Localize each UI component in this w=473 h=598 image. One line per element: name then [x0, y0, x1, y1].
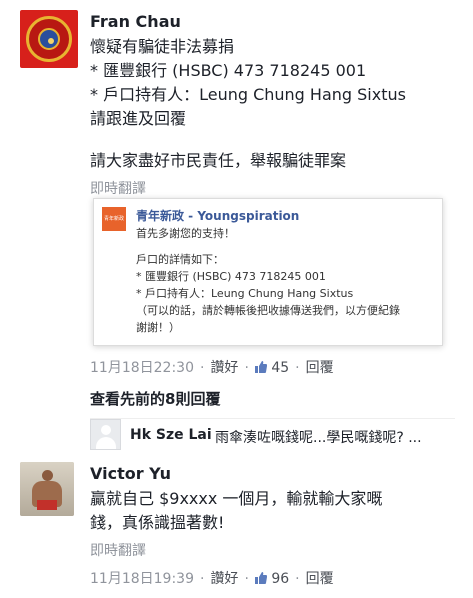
thumbs-up-icon: [254, 572, 267, 584]
embed-title: 青年新政 - Youngspiration: [136, 209, 300, 223]
comment-line: 請跟進及回覆: [90, 109, 187, 128]
comment-actions: 11月18日19:39 · 讚好 · 96 · 回覆: [90, 571, 334, 587]
thumbs-up-icon: [254, 361, 267, 373]
timestamp[interactable]: 11月18日19:39: [90, 571, 194, 587]
comment-line: * 戶口持有人：Leung Chung Hang Sixtus: [90, 85, 406, 104]
comment-author[interactable]: Victor Yu: [90, 464, 171, 483]
translate-link[interactable]: 即時翻譯: [90, 178, 146, 198]
avatar-victor-yu[interactable]: [20, 462, 74, 516]
comment-author[interactable]: Fran Chau: [90, 12, 181, 31]
like-button[interactable]: 讚好: [210, 571, 238, 587]
embed-line: 謝謝！）: [136, 321, 180, 334]
translate-link[interactable]: 即時翻譯: [90, 540, 146, 560]
embed-line: * 戶口持有人：Leung Chung Hang Sixtus: [136, 287, 354, 300]
embed-line: * 匯豐銀行 (HSBC) 473 718245 001: [136, 270, 326, 283]
timestamp[interactable]: 11月18日22:30: [90, 360, 194, 376]
comment-line: 請大家盡好市民責任，舉報騙徒罪案: [90, 151, 347, 170]
reply-button[interactable]: 回覆: [306, 571, 334, 587]
view-previous-replies-link[interactable]: 查看先前的8則回覆: [90, 388, 220, 409]
comment-line: 懷疑有騙徒非法募捐: [90, 37, 235, 56]
comment-line: * 匯豐銀行 (HSBC) 473 718245 001: [90, 61, 367, 80]
comment-actions: 11月18日22:30 · 讚好 · 45 · 回覆: [90, 360, 334, 376]
embedded-message-image[interactable]: 青年新政 青年新政 - Youngspiration 首先多謝您的支持！ 戶口的…: [93, 198, 443, 346]
reply-button[interactable]: 回覆: [306, 360, 334, 376]
like-count[interactable]: 45: [271, 360, 289, 376]
embed-line: （可以的話，請於轉帳後把收據傳送我們，以方便紀錄: [136, 304, 400, 317]
default-avatar-icon: [90, 419, 121, 450]
reply-text: 雨傘湊咗嘅錢呢...學民嘅錢呢? ...: [215, 430, 422, 446]
youngspiration-logo: 青年新政: [102, 207, 126, 231]
embed-line: 首先多謝您的支持！: [136, 227, 235, 240]
reply-preview[interactable]: Hk Sze Lai 雨傘湊咗嘅錢呢...學民嘅錢呢? ...: [90, 418, 455, 450]
like-button[interactable]: 讚好: [210, 360, 238, 376]
avatar-fran-chau[interactable]: [20, 10, 78, 68]
comment-line: 錢，真係識搵著數!: [90, 513, 225, 532]
embed-line: 戶口的詳情如下：: [136, 253, 224, 266]
reply-author[interactable]: Hk Sze Lai: [130, 427, 212, 443]
comment-line: 贏就自己 $9xxxx 一個月，輸就輸大家嘅: [90, 489, 383, 508]
like-count[interactable]: 96: [271, 571, 289, 587]
avatar-emblem-center: [38, 28, 60, 50]
